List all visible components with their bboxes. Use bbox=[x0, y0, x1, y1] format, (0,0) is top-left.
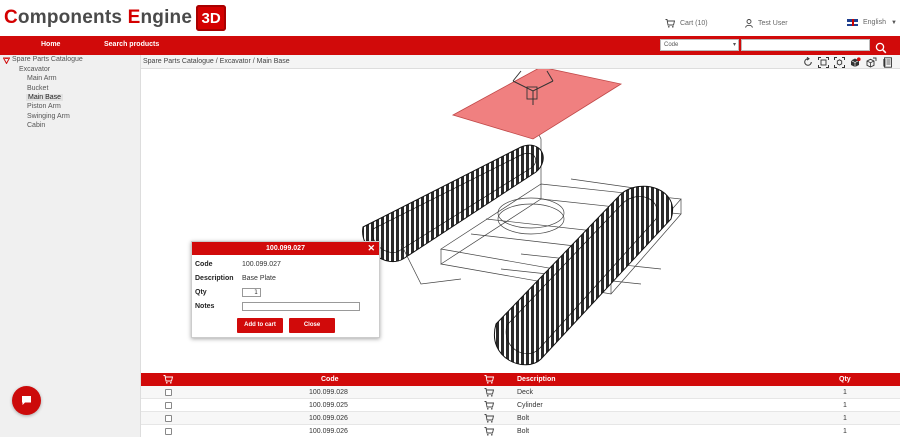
breadcrumb: Spare Parts Catalogue / Excavator / Main… bbox=[143, 58, 290, 65]
isolate-icon bbox=[850, 56, 861, 67]
row-code: 100.099.026 bbox=[309, 428, 348, 435]
tree-item-main-base[interactable]: Main Base bbox=[26, 94, 64, 101]
table-row[interactable]: 100.099.025 Cylinder 1 bbox=[141, 399, 900, 412]
focus-view-icon bbox=[834, 56, 845, 68]
right-track bbox=[493, 185, 674, 366]
row-code: 100.099.026 bbox=[309, 415, 348, 422]
left-track bbox=[362, 144, 544, 285]
part-details-popup: 100.099.027 ✕ Code 100.099.027 Descripti… bbox=[191, 241, 380, 338]
add-to-cart-icon[interactable] bbox=[484, 414, 494, 423]
logo-text: Components Engine bbox=[4, 7, 193, 28]
cart-icon bbox=[484, 375, 494, 384]
highlighted-base-plate[interactable] bbox=[451, 69, 623, 140]
search-icon bbox=[875, 42, 887, 54]
language-label: English bbox=[863, 19, 886, 26]
row-checkbox[interactable] bbox=[165, 428, 172, 435]
tree-item-swinging-arm[interactable]: Swinging Arm bbox=[27, 113, 70, 120]
add-to-cart-button[interactable]: Add to cart bbox=[237, 318, 283, 333]
parts-list-button[interactable] bbox=[881, 56, 894, 68]
notes-input[interactable] bbox=[242, 302, 360, 311]
parts-list-icon bbox=[882, 56, 892, 68]
add-to-cart-icon[interactable] bbox=[484, 401, 494, 410]
description-label: Description bbox=[195, 275, 234, 282]
row-qty: 1 bbox=[843, 389, 847, 396]
notes-label: Notes bbox=[195, 303, 215, 310]
chat-icon bbox=[22, 396, 31, 405]
isolate-button[interactable] bbox=[849, 56, 862, 68]
cart-link[interactable]: Cart (10) bbox=[665, 19, 708, 28]
close-button[interactable]: Close bbox=[289, 318, 335, 333]
cart-icon bbox=[665, 19, 675, 28]
chevron-down-icon: ▼ bbox=[890, 19, 897, 26]
header: Components Engine 3D Cart (10) Test User… bbox=[0, 0, 900, 36]
table-row[interactable]: 100.099.028 Deck 1 bbox=[141, 386, 900, 399]
tree-item-piston-arm[interactable]: Piston Arm bbox=[27, 103, 61, 110]
row-checkbox[interactable] bbox=[165, 389, 172, 396]
table-row[interactable]: 100.099.026 Bolt 1 bbox=[141, 412, 900, 425]
reset-view-icon bbox=[803, 57, 812, 66]
add-to-cart-icon[interactable] bbox=[484, 427, 494, 436]
tree-root-spare-parts[interactable]: Spare Parts Catalogue bbox=[12, 56, 83, 63]
description-value: Base Plate bbox=[242, 275, 276, 282]
nav-home[interactable]: Home bbox=[41, 41, 60, 48]
row-description: Bolt bbox=[517, 428, 530, 435]
popup-header: 100.099.027 ✕ bbox=[192, 242, 379, 255]
search-type-select[interactable]: Code ▾ bbox=[660, 39, 739, 51]
uk-flag-icon bbox=[847, 19, 858, 26]
qty-input[interactable]: 1 bbox=[242, 288, 261, 297]
column-header-code[interactable]: Code bbox=[321, 376, 339, 383]
explode-button[interactable] bbox=[865, 56, 878, 68]
row-checkbox[interactable] bbox=[165, 415, 172, 422]
search-input[interactable] bbox=[741, 39, 870, 51]
language-selector[interactable]: English ▼ bbox=[847, 19, 897, 26]
breadcrumb-bar: Spare Parts Catalogue / Excavator / Main… bbox=[141, 55, 900, 69]
popup-title: 100.099.027 bbox=[266, 245, 305, 252]
user-label: Test User bbox=[758, 20, 788, 27]
logo[interactable]: Components Engine 3D bbox=[4, 5, 227, 31]
row-code: 100.099.025 bbox=[309, 402, 348, 409]
tree-item-cabin[interactable]: Cabin bbox=[27, 122, 45, 129]
fit-view-icon bbox=[818, 56, 829, 68]
fit-view-button[interactable] bbox=[817, 56, 830, 68]
user-icon bbox=[745, 19, 753, 28]
column-header-description[interactable]: Description bbox=[517, 376, 556, 383]
tree-item-main-arm[interactable]: Main Arm bbox=[27, 75, 57, 82]
row-checkbox[interactable] bbox=[165, 402, 172, 409]
search-button[interactable] bbox=[875, 39, 889, 54]
code-value: 100.099.027 bbox=[242, 261, 281, 268]
row-qty: 1 bbox=[843, 428, 847, 435]
row-description: Cylinder bbox=[517, 402, 543, 409]
viewer-toolbar bbox=[801, 56, 894, 68]
search-type-value: Code bbox=[664, 42, 679, 48]
table-row[interactable]: 100.099.026 Bolt 1 bbox=[141, 425, 900, 437]
tree-item-bucket[interactable]: Bucket bbox=[27, 85, 48, 92]
parts-table: Code Description Qty 100.099.028 Deck 1 … bbox=[141, 373, 900, 437]
row-code: 100.099.028 bbox=[309, 389, 348, 396]
focus-view-button[interactable] bbox=[833, 56, 846, 68]
table-body: 100.099.028 Deck 1 100.099.025 Cylinder … bbox=[141, 386, 900, 437]
cart-label: Cart (10) bbox=[680, 20, 708, 27]
row-qty: 1 bbox=[843, 402, 847, 409]
add-to-cart-icon[interactable] bbox=[484, 388, 494, 397]
row-description: Bolt bbox=[517, 415, 530, 422]
row-description: Deck bbox=[517, 389, 533, 396]
column-header-qty[interactable]: Qty bbox=[839, 376, 851, 383]
catalogue-tree: Spare Parts Catalogue Excavator Main Arm… bbox=[0, 55, 141, 437]
close-icon[interactable]: ✕ bbox=[367, 242, 375, 255]
table-header: Code Description Qty bbox=[141, 373, 900, 386]
chevron-down-icon: ▾ bbox=[732, 42, 736, 48]
explode-icon bbox=[866, 57, 877, 68]
user-menu[interactable]: Test User bbox=[745, 19, 788, 28]
row-qty: 1 bbox=[843, 415, 847, 422]
qty-label: Qty bbox=[195, 289, 207, 296]
reset-view-button[interactable] bbox=[801, 56, 814, 68]
tree-group-excavator[interactable]: Excavator bbox=[19, 66, 50, 73]
chat-button[interactable] bbox=[12, 386, 41, 415]
cart-icon bbox=[163, 375, 173, 384]
catalogue-logo-icon bbox=[3, 57, 10, 64]
logo-3d-badge: 3D bbox=[196, 5, 227, 31]
nav-search-products[interactable]: Search products bbox=[104, 41, 159, 48]
qty-value: 1 bbox=[254, 289, 258, 296]
code-label: Code bbox=[195, 261, 213, 268]
